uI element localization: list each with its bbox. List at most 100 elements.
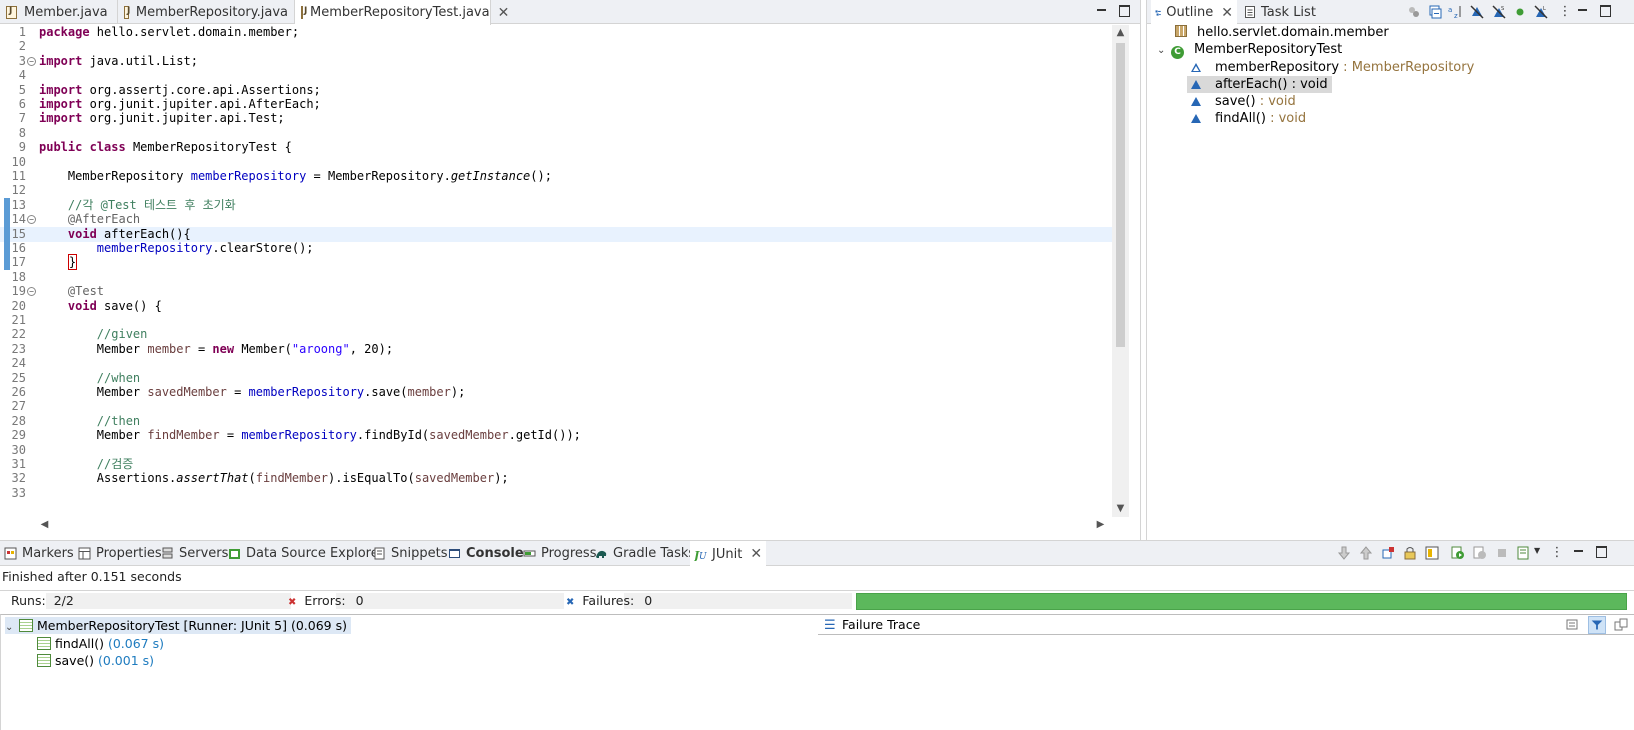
next-failure-icon[interactable] [1337,546,1351,560]
tab-servers[interactable]: Servers [161,541,228,566]
code-line[interactable]: 29 Member findMember = memberRepository.… [0,428,1112,443]
chevron-down-icon[interactable]: ⌄ [1157,42,1171,59]
fold-toggle-icon[interactable]: − [27,287,36,297]
test-case-row[interactable]: save() (0.001 s) [37,652,154,669]
code-line[interactable]: 19− @Test [0,284,1112,299]
code-line[interactable]: 27 [0,399,1112,414]
code-line[interactable]: 3− import java.util.List; [0,54,1112,69]
code-line[interactable]: 18 [0,270,1112,285]
collapse-all-icon[interactable] [1428,5,1442,19]
code-line[interactable]: 26 Member savedMember = memberRepository… [0,385,1112,400]
compare-result-icon[interactable] [1566,618,1580,632]
scroll-up-icon[interactable]: ▲ [1112,25,1129,41]
code-line[interactable]: 22 //given [0,327,1112,342]
code-line[interactable]: 9 public class MemberRepositoryTest { [0,140,1112,155]
code-line[interactable]: 25 //when [0,371,1112,386]
horizontal-scrollbar[interactable]: ◀ ▶ [0,517,1112,534]
maximize-icon[interactable] [1594,545,1608,559]
tab-snippets[interactable]: Snippets [373,541,447,566]
close-icon[interactable]: ✕ [498,5,510,21]
code-line[interactable]: 11 MemberRepository memberRepository = M… [0,169,1112,184]
code-line[interactable]: 7 import org.junit.jupiter.api.Test; [0,111,1112,126]
tab-gradle-tasks[interactable]: Gradle Tasks [595,541,695,566]
hide-fields-icon[interactable] [1470,5,1484,19]
outline-method-row[interactable]: findAll() : void [1191,110,1306,127]
view-menu-icon[interactable]: ⋮ [1550,546,1564,560]
rerun-failed-first-icon[interactable] [1473,546,1487,560]
code-editor[interactable]: 1 package hello.servlet.domain.member; 2 3−… [0,25,1112,517]
tab-junit[interactable]: JU JUnit ✕ [690,541,767,567]
code-line[interactable]: 28 //then [0,414,1112,429]
tab-data-source-explorer[interactable]: Data Source Explorer [228,541,384,566]
tab-markers[interactable]: Markers [4,541,74,566]
show-failures-only-icon[interactable] [1381,546,1395,560]
close-icon[interactable]: ✕ [1221,5,1233,21]
code-line[interactable]: 14− @AfterEach [0,212,1112,227]
minimize-icon[interactable] [1571,545,1585,559]
code-line[interactable]: 31 //검증 [0,457,1112,472]
code-line[interactable]: 8 [0,126,1112,141]
code-line[interactable]: 10 [0,155,1112,170]
close-icon[interactable]: ✕ [750,546,762,562]
sort-icon[interactable]: az [1448,5,1462,19]
code-line[interactable]: 12 [0,183,1112,198]
tab-task-list[interactable]: Task List [1240,0,1320,24]
minimize-icon[interactable] [1575,4,1589,18]
tab-member-java[interactable]: Member.java [0,0,118,24]
scrollbar-thumb[interactable] [1116,43,1125,347]
outline-class-row[interactable]: ⌄ C MemberRepositoryTest [1157,41,1342,59]
copy-trace-icon[interactable] [1614,618,1628,632]
code-line[interactable]: 20 void save() { [0,299,1112,314]
test-case-row[interactable]: findAll() (0.067 s) [37,635,164,652]
test-suite-row[interactable]: ⌄ MemberRepositoryTest [Runner: JUnit 5] … [5,617,351,634]
outline-package-row[interactable]: hello.servlet.domain.member [1175,24,1389,41]
public-members-icon[interactable] [1513,5,1527,19]
tab-progress[interactable]: Progress [523,541,596,566]
code-line[interactable]: 21 [0,313,1112,328]
history-dropdown-icon[interactable]: ▼ [1534,546,1548,560]
code-line[interactable]: 32 Assertions.assertThat(findMember).isE… [0,471,1112,486]
scroll-left-icon[interactable]: ◀ [36,517,53,533]
code-line[interactable]: 16 memberRepository.clearStore(); [0,241,1112,256]
code-line[interactable]: 23 Member member = new Member("aroong", … [0,342,1112,357]
maximize-icon[interactable] [1117,4,1131,18]
code-line[interactable]: 30 [0,443,1112,458]
tab-member-repository-test-java[interactable]: MemberRepositoryTest.java ✕ [295,0,509,25]
outline-method-row-selected[interactable]: afterEach() : void [1187,76,1332,93]
fold-toggle-icon[interactable]: − [27,215,36,225]
hide-static-icon[interactable]: S [1492,5,1506,19]
code-line[interactable]: 13 //각 @Test 테스트 후 초기화 [0,198,1112,213]
code-line[interactable]: 17 } [0,254,1112,271]
fold-toggle-icon[interactable]: − [27,56,36,66]
code-line[interactable]: 24 [0,356,1112,371]
outline-method-row[interactable]: save() : void [1191,93,1296,110]
code-line[interactable]: 2 [0,39,1112,54]
code-line[interactable]: 6 import org.junit.jupiter.api.AfterEach; [0,97,1112,112]
view-menu-icon[interactable]: ⋮ [1558,5,1572,19]
rerun-test-icon[interactable] [1451,546,1465,560]
tab-outline[interactable]: Outline ✕ [1151,0,1237,25]
maximize-icon[interactable] [1598,4,1612,18]
scroll-right-icon[interactable]: ▶ [1092,517,1109,533]
tab-properties[interactable]: Properties [78,541,162,566]
previous-failure-icon[interactable] [1359,546,1373,560]
focus-icon[interactable] [1407,5,1421,19]
scroll-down-icon[interactable]: ▼ [1112,501,1129,517]
code-line[interactable]: 15 void afterEach(){ [0,226,1112,242]
tab-member-repository-java[interactable]: MemberRepository.java [118,0,295,24]
outline-field-row[interactable]: memberRepository : MemberRepository [1191,59,1474,76]
scroll-lock-icon[interactable] [1403,546,1417,560]
layout-icon[interactable] [1425,546,1439,560]
hide-local-types-icon[interactable]: L [1534,5,1548,19]
chevron-down-icon[interactable]: ⌄ [5,619,19,636]
test-history-icon[interactable] [1517,546,1531,560]
code-line[interactable]: 1 package hello.servlet.domain.member; [0,25,1112,40]
code-line[interactable]: 4 [0,68,1112,83]
code-line[interactable]: 33 [0,486,1112,501]
vertical-scrollbar[interactable]: ▲ ▼ [1112,25,1129,517]
minimize-icon[interactable] [1094,4,1108,18]
tab-console[interactable]: Console [448,541,524,566]
stop-icon[interactable] [1495,546,1509,560]
filter-stack-trace-icon[interactable] [1588,616,1606,634]
code-line[interactable]: 5 import org.assertj.core.api.Assertions; [0,83,1112,98]
